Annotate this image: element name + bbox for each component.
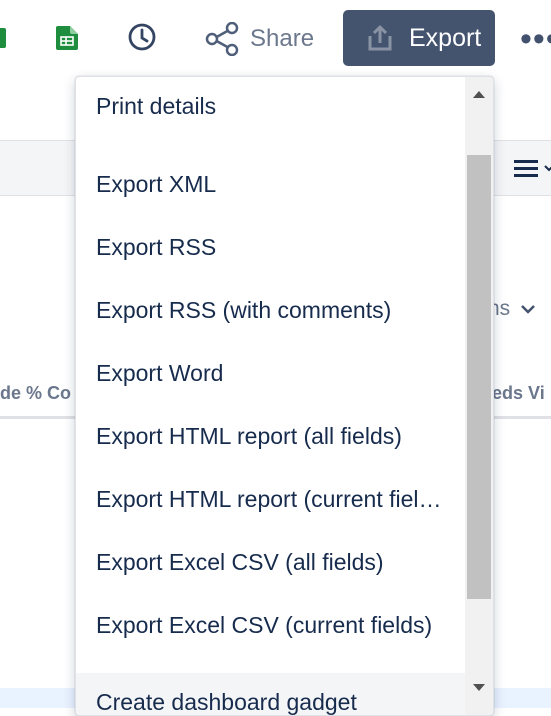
menu-item-export-rss[interactable]: Export RSS [76,218,466,276]
columns-dropdown[interactable]: ns [488,297,536,321]
menu-item-label: Print details [96,92,217,119]
spreadsheet-icon[interactable] [0,28,6,48]
clock-icon[interactable] [127,22,157,52]
menu-item-export-html-all[interactable]: Export HTML report (all fields) [76,407,466,465]
menu-item-label: Export Excel CSV (current fields) [96,611,433,638]
more-actions-button[interactable]: ••• [520,22,551,56]
scrollbar-thumb[interactable] [467,155,491,599]
menu-item-label: Export Word [96,359,224,386]
menu-item-export-csv-all[interactable]: Export Excel CSV (all fields) [76,533,466,591]
more-icon: ••• [520,20,551,58]
export-button[interactable]: Export [343,10,495,66]
menu-item-label: Export XML [96,170,217,197]
export-label: Export [409,23,482,52]
scroll-down-arrow-icon[interactable] [465,677,493,699]
menu-scrollbar[interactable] [465,77,493,715]
column-header-right[interactable]: eds Vi [492,383,545,404]
scroll-up-arrow-icon[interactable] [465,83,493,105]
menu-item-label: Export HTML report (current fields) [96,485,442,512]
export-upload-icon [368,25,392,51]
share-button[interactable]: Share [204,18,314,60]
menu-item-label: Export HTML report (all fields) [96,422,402,449]
chevron-down-icon [521,305,536,314]
share-label: Share [250,25,315,52]
menu-item-label: Export Excel CSV (all fields) [96,548,384,575]
export-dropdown-menu: Print details Export XML Export RSS Expo… [75,76,494,716]
google-sheets-icon[interactable] [56,26,78,50]
menu-item-export-word[interactable]: Export Word [76,344,466,402]
column-header-left[interactable]: de % Co [0,383,71,404]
issue-toolbar: Share Export ••• [0,0,551,78]
menu-item-export-rss-comments[interactable]: Export RSS (with comments) [76,281,466,339]
menu-item-label: Create dashboard gadget [96,688,357,715]
menu-item-label: Export RSS [96,233,217,260]
list-view-icon[interactable] [512,157,551,181]
menu-item-export-xml[interactable]: Export XML [76,155,466,213]
menu-item-create-dashboard-gadget[interactable]: Create dashboard gadget [76,673,466,715]
menu-item-export-html-current[interactable]: Export HTML report (current fields) [76,470,466,528]
menu-item-label: Export RSS (with comments) [96,296,392,323]
menu-item-print-details[interactable]: Print details [76,77,466,135]
menu-item-export-csv-current[interactable]: Export Excel CSV (current fields) [76,596,466,654]
share-icon [205,22,239,56]
